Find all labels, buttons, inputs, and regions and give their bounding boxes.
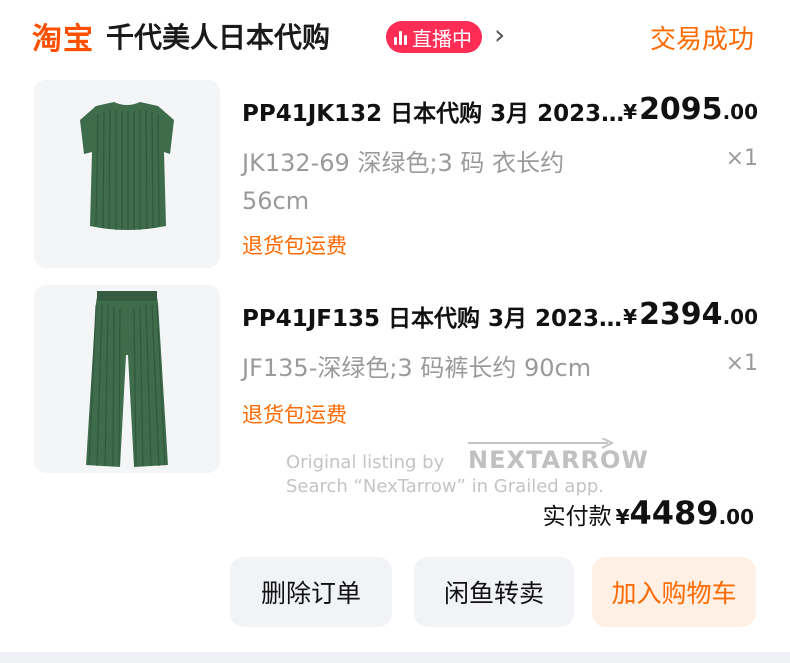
order-header: 淘宝 千代美人日本代购 直播中 › 交易成功 [0,0,790,72]
return-shipping-tag: 退货包运费 [242,234,347,258]
order-status: 交易成功 [649,25,754,55]
delete-order-button[interactable]: 删除订单 [230,557,392,627]
product-title[interactable]: PP41JF135 日本代购 3月 2023年新品 [242,299,634,333]
product-title[interactable]: PP41JK132 日本代购 3月 2023年新品 [242,94,634,128]
product-quantity: ×1 [725,146,758,171]
product-thumbnail[interactable] [34,285,220,473]
divider [0,652,790,663]
watermark-brand: NEXTARROW [468,446,649,474]
add-to-cart-button[interactable]: 加入购物车 [592,557,756,627]
watermark: Original listing by NEXTARROW Search “Ne… [286,438,648,498]
chevron-right-icon[interactable]: › [494,18,505,51]
order-item[interactable]: PP41JK132 日本代购 3月 2023年新品 ¥2095.00 JK132… [34,80,764,270]
product-thumbnail[interactable] [34,80,220,268]
resell-button[interactable]: 闲鱼转卖 [414,557,574,627]
product-spec: JF135-深绿色;3 码裤长约 90cm [242,354,592,382]
live-badge[interactable]: 直播中 [386,21,482,53]
return-shipping-tag: 退货包运费 [242,403,347,427]
product-spec: JK132-69 深绿色;3 码 衣长约 56cm [242,149,565,215]
product-quantity: ×1 [725,351,758,376]
watermark-caption: Original listing by [286,452,445,473]
order-total: 实付款 ¥4489.00 [542,494,754,532]
taobao-logo: 淘宝 [32,22,94,57]
product-price: ¥2394.00 [623,297,758,332]
live-bars-icon [394,29,407,45]
total-amount: 4489 [629,494,719,532]
shop-name[interactable]: 千代美人日本代购 [106,16,330,56]
live-badge-label: 直播中 [412,26,472,51]
total-label: 实付款 [542,504,612,530]
product-price: ¥2095.00 [623,92,758,127]
